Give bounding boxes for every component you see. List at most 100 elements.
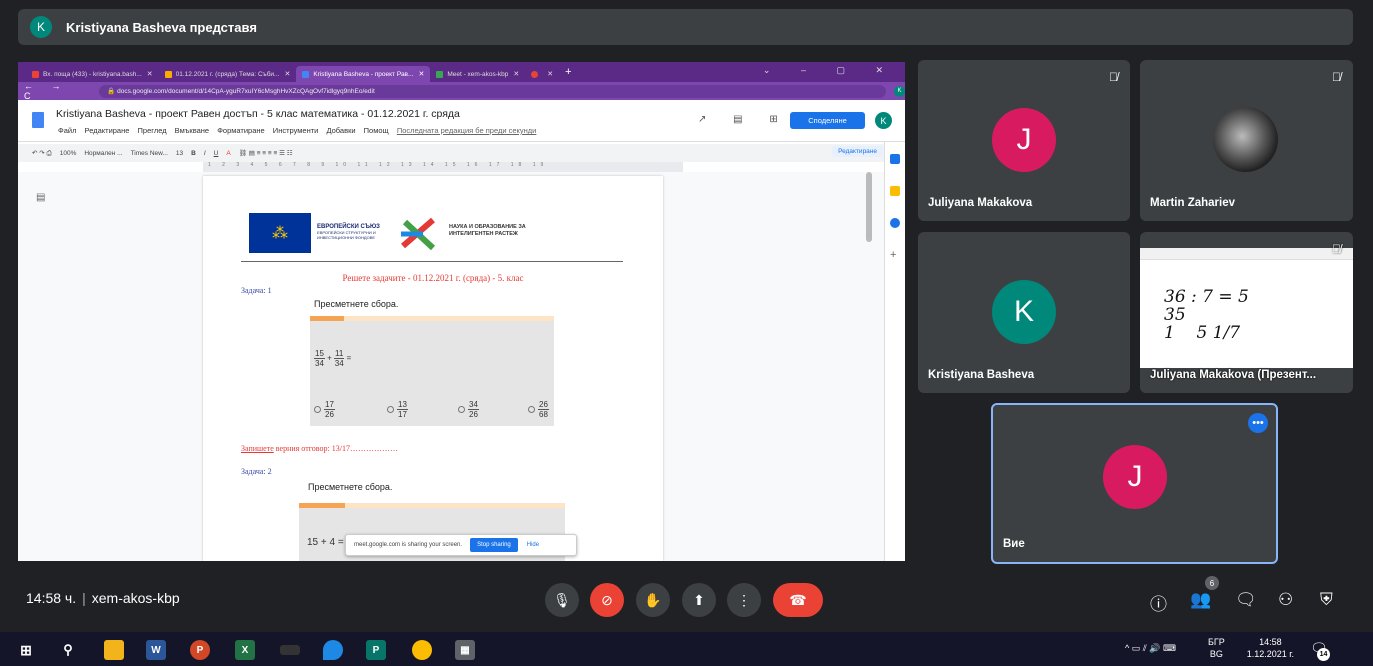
url-field[interactable]: 🔒 docs.google.com/document/d/14CpA-yguR7… xyxy=(99,84,887,98)
undo-redo-icons[interactable]: ↶ ↷ ⎙ xyxy=(32,149,52,158)
window-controls[interactable]: ⌄ – ▢ ✕ xyxy=(763,65,897,76)
task-1-instruction: Пресметнете сбора. xyxy=(314,299,399,309)
add-icon[interactable]: + xyxy=(890,250,900,261)
menu-help[interactable]: Помощ xyxy=(364,126,389,135)
language-indicator[interactable]: БГР BG xyxy=(1208,636,1225,660)
calendar-icon[interactable] xyxy=(890,154,900,164)
new-tab-button[interactable]: + xyxy=(565,66,571,78)
word-icon[interactable]: W xyxy=(146,640,166,660)
menu-addons[interactable]: Добавки xyxy=(326,126,355,135)
browser-tab-lesson[interactable]: 01.12.2021 г. (сряда) Тема: Съби... ✕ xyxy=(159,66,297,82)
publisher-icon[interactable]: P xyxy=(366,640,386,660)
close-icon[interactable]: ✕ xyxy=(418,70,424,78)
participant-tile[interactable]: 🎙̸ Martin Zahariev xyxy=(1140,60,1353,221)
participant-name: Juliyana Makakova (Презент... xyxy=(1150,369,1317,381)
raise-hand-button[interactable]: ✋ xyxy=(636,583,670,617)
scrollbar[interactable] xyxy=(866,172,872,242)
presentation-tile[interactable]: 36 : 7 = 5 35 1 5 1/7 🎙̸ Juliyana Makako… xyxy=(1140,232,1353,393)
answer-option-2[interactable]: 13 17 xyxy=(387,400,408,419)
menu-file[interactable]: Файл xyxy=(58,126,76,135)
radio-icon[interactable] xyxy=(458,406,465,413)
calculator-icon[interactable]: ▦ xyxy=(455,640,475,660)
participant-tile[interactable]: K Kristiyana Basheva xyxy=(918,232,1130,393)
task-1-quiz-image: 15 34 + 11 34 = 17 26 13 17 34 26 26 68 xyxy=(310,316,554,426)
format-icons[interactable]: ⛓ ▤ ≡ ≡ ≡ ≡ ☰ ☷ xyxy=(239,149,293,157)
eu-flag-logo: ⁂ xyxy=(249,213,311,253)
tasks-icon[interactable] xyxy=(890,218,900,228)
search-icon[interactable]: ⚲ xyxy=(58,640,78,660)
close-icon[interactable]: ✕ xyxy=(547,70,553,78)
underline-button[interactable]: U xyxy=(214,150,219,157)
info-icon[interactable]: ⓘ xyxy=(1150,590,1167,615)
navigation-icons[interactable]: ← → C xyxy=(24,81,93,101)
system-tray: ^ ▭ ⫽ 🔊 ⌨ БГР BG 14:58 1.12.2021 г. 🗨 14 xyxy=(1125,636,1330,661)
menu-edit[interactable]: Редактиране xyxy=(85,126,130,135)
screen-share-notice: meet.google.com is sharing your screen. … xyxy=(345,534,577,556)
chat-icon[interactable]: 🗨 xyxy=(1235,590,1257,610)
more-options-button[interactable]: ⋮ xyxy=(727,583,761,617)
drop-app-icon[interactable] xyxy=(323,640,343,660)
header-action-icons[interactable]: ↗ ▤ ⊞ xyxy=(698,114,790,125)
self-tile[interactable]: ••• J Вие xyxy=(991,403,1278,564)
close-icon[interactable]: ✕ xyxy=(513,70,519,78)
tab-label: Meet - xem-akos-kbp xyxy=(447,70,509,78)
close-icon[interactable]: ✕ xyxy=(147,70,153,78)
radio-icon[interactable] xyxy=(528,406,535,413)
profile-avatar[interactable]: K xyxy=(894,85,905,97)
browser-tab-meet[interactable]: Meet - xem-akos-kbp ✕ xyxy=(430,66,525,82)
powerpoint-icon[interactable]: P xyxy=(190,640,210,660)
stop-sharing-button[interactable]: Stop sharing xyxy=(470,538,518,552)
bold-button[interactable]: B xyxy=(191,150,196,157)
microphone-button[interactable]: 🎙 xyxy=(545,583,579,617)
chrome-icon[interactable] xyxy=(412,640,432,660)
answer-option-1[interactable]: 17 26 xyxy=(314,400,335,419)
account-avatar[interactable]: K xyxy=(875,112,892,129)
tray-icons[interactable]: ^ ▭ ⫽ 🔊 ⌨ xyxy=(1125,643,1176,654)
present-button[interactable]: ⬆ xyxy=(682,583,716,617)
share-button[interactable]: Споделяне xyxy=(790,112,865,129)
file-explorer-icon[interactable] xyxy=(104,640,124,660)
document-icon xyxy=(164,70,172,78)
end-call-button[interactable]: ☎ xyxy=(773,583,823,617)
app-icon[interactable] xyxy=(280,645,300,655)
document-title[interactable]: Kristiyana Basheva - проект Равен достъп… xyxy=(56,108,460,120)
menu-view[interactable]: Преглед xyxy=(138,126,167,135)
people-icon[interactable]: 👥 xyxy=(1190,590,1211,610)
docs-logo-icon[interactable] xyxy=(32,112,44,128)
meeting-time: 14:58 ч. xyxy=(26,590,77,606)
camera-off-button[interactable]: ⊘ xyxy=(590,583,624,617)
menu-format[interactable]: Форматиране xyxy=(217,126,265,135)
clock[interactable]: 14:58 1.12.2021 г. xyxy=(1247,636,1294,660)
menu-tools[interactable]: Инструменти xyxy=(273,126,319,135)
keep-icon[interactable] xyxy=(890,186,900,196)
ruler: 1 2 3 4 5 6 7 8 9 10 11 12 13 14 15 16 1… xyxy=(203,162,683,172)
font-size-input[interactable]: 13 xyxy=(176,150,183,157)
browser-tab-recording[interactable]: ✕ xyxy=(525,66,559,82)
font-select[interactable]: Times New... xyxy=(131,150,168,157)
host-controls-icon[interactable]: ⛨ xyxy=(1320,590,1333,610)
last-edit-link[interactable]: Последната редакция бе преди секунди xyxy=(397,126,537,135)
radio-icon[interactable] xyxy=(314,406,321,413)
close-icon[interactable]: ✕ xyxy=(284,70,290,78)
document-page[interactable]: ⁂ ЕВРОПЕЙСКИ СЪЮЗ ЕВРОПЕЙСКИ СТРУКТУРНИ И… xyxy=(203,176,663,561)
style-select[interactable]: Нормален ... xyxy=(84,150,122,157)
excel-icon[interactable]: X xyxy=(235,640,255,660)
participant-tile[interactable]: 🎙̸ J Juliyana Makakova xyxy=(918,60,1130,221)
menu-insert[interactable]: Вмъкване xyxy=(175,126,209,135)
zoom-select[interactable]: 100% xyxy=(60,150,77,157)
text-color-button[interactable]: A xyxy=(226,150,230,157)
answer-option-4[interactable]: 26 68 xyxy=(528,400,549,419)
windows-start-icon[interactable]: ⊞ xyxy=(16,640,36,660)
browser-tab-docs[interactable]: Kristiyana Basheva - проект Рав... ✕ xyxy=(296,66,431,82)
hide-button[interactable]: Hide xyxy=(527,542,539,548)
radio-icon[interactable] xyxy=(387,406,394,413)
editing-mode-select[interactable]: Редактиране xyxy=(832,146,883,157)
browser-tab-gmail[interactable]: Вх. поща (433) - kristiyana.bash... ✕ xyxy=(26,66,159,82)
more-options-icon[interactable]: ••• xyxy=(1248,413,1268,433)
notification-icon[interactable]: 🗨 14 xyxy=(1310,640,1330,661)
italic-button[interactable]: I xyxy=(204,150,206,157)
avatar: J xyxy=(992,108,1056,172)
activities-icon[interactable]: ⚇ xyxy=(1278,590,1293,610)
answer-option-3[interactable]: 34 26 xyxy=(458,400,479,419)
outline-icon[interactable]: ▤ xyxy=(36,192,45,203)
